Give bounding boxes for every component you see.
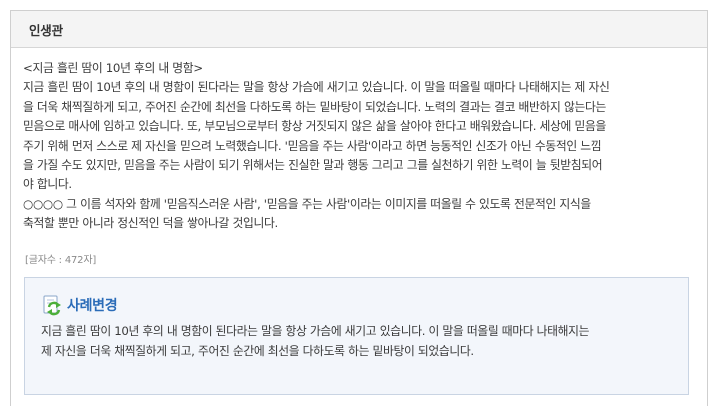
essay-panel: 인생관 <지금 흘린 땀이 10년 후의 내 명함> 지금 흘린 땀이 10년 …: [10, 10, 708, 406]
example-text: 지금 흘린 땀이 10년 후의 내 명함이 된다라는 말을 항상 가슴에 새기고…: [41, 321, 681, 361]
example-line: 지금 흘린 땀이 10년 후의 내 명함이 된다라는 말을 항상 가슴에 새기고…: [41, 324, 590, 338]
panel-title: 인생관: [29, 22, 63, 38]
essay-line: 축적할 뿐만 아니라 정신적인 덕을 쌓아나갈 것입니다.: [23, 216, 278, 231]
essay-line: 을 가질 수도 있지만, 믿음을 주는 사람이 되기 위해서는 진실한 말과 행…: [23, 158, 603, 173]
essay-body: <지금 흘린 땀이 10년 후의 내 명함> 지금 흘린 땀이 10년 후의 내…: [23, 59, 695, 234]
essay-line: 주기 위해 먼저 스스로 제 자신을 믿으려 노력했습니다. '믿음을 주는 사…: [23, 138, 602, 153]
example-header: 사례변경: [41, 294, 118, 316]
example-title: 사례변경: [67, 298, 118, 314]
essay-line: 믿음으로 매사에 임하고 있습니다. 또, 부모님으로부터 항상 거짓되지 않은…: [23, 119, 606, 134]
essay-line: ○○○○ 그 이름 석자와 함께 '믿음직스러운 사람', '믿음을 주는 사람…: [23, 196, 591, 211]
essay-line: 을 더욱 채찍질하게 되고, 주어진 순간에 최선을 다하도록 하는 밑바탕이 …: [23, 99, 606, 114]
char-count: [글자수 : 472자]: [25, 255, 97, 266]
panel-header: 인생관: [11, 11, 707, 48]
example-change-box: 사례변경 지금 흘린 땀이 10년 후의 내 명함이 된다라는 말을 항상 가슴…: [24, 277, 689, 395]
example-line: 제 자신을 더욱 채찍질하게 되고, 주어진 순간에 최선을 다하도록 하는 밑…: [41, 344, 474, 358]
essay-line: 지금 흘린 땀이 10년 후의 내 명함이 된다라는 말을 항상 가슴에 새기고…: [23, 80, 610, 95]
refresh-document-icon: [41, 294, 63, 316]
essay-line: 야 합니다.: [23, 177, 72, 192]
essay-line: <지금 흘린 땀이 10년 후의 내 명함>: [23, 61, 203, 75]
